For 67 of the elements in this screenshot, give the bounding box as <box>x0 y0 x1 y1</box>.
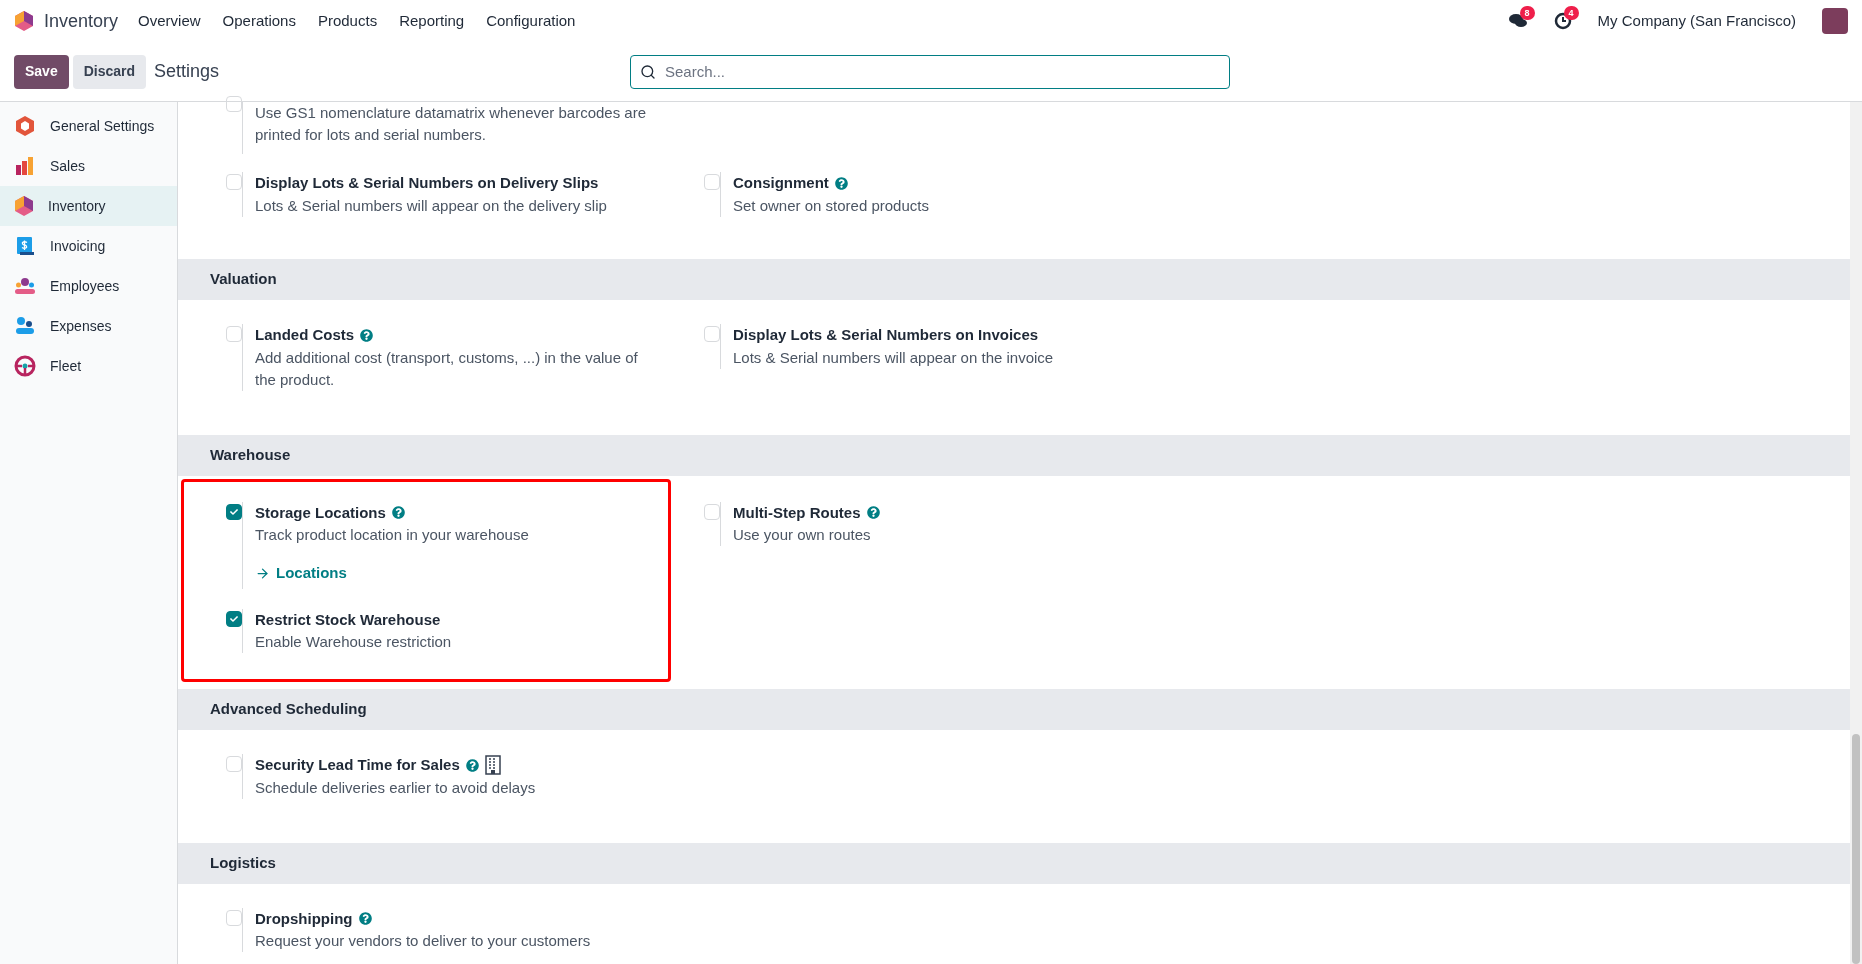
scrollbar[interactable] <box>1850 102 1862 964</box>
hexagon-icon <box>14 195 34 217</box>
hexagon-icon <box>14 115 36 137</box>
setting-description: Request your vendors to deliver to your customers <box>255 931 591 951</box>
menu-item[interactable]: Overview <box>138 9 201 33</box>
setting-description: Lots & Serial numbers will appear on the delivery slip <box>255 195 607 216</box>
help-icon[interactable] <box>358 912 372 926</box>
sidebar-item[interactable]: Inventory <box>0 186 177 226</box>
help-icon[interactable] <box>834 176 848 190</box>
setting-description: Track product location in your warehouse <box>255 525 529 545</box>
setting-description: Lots & Serial numbers will appear on the invoice <box>733 347 1054 368</box>
setting-description: Enable Warehouse restriction <box>255 632 452 652</box>
clock-icon[interactable] <box>1553 12 1572 30</box>
locations-link[interactable]: Locations <box>255 562 529 585</box>
section-header: Logistics <box>178 842 1850 884</box>
help-icon[interactable] <box>391 506 405 520</box>
setting-description: Schedule deliveries earlier to avoid delays <box>255 777 536 798</box>
check-icon <box>230 507 238 516</box>
setting-title: Multi-Step Routes <box>733 502 861 523</box>
arrow-right-icon <box>255 565 270 581</box>
setting-title: Dropshipping <box>255 908 353 929</box>
sidebar-item[interactable]: General Settings <box>0 106 177 146</box>
setting-title: Landed Costs <box>255 325 355 345</box>
save-button[interactable]: Save <box>14 54 69 89</box>
search-field[interactable]: Search... <box>630 54 1230 89</box>
company-name[interactable]: My Company (San Francisco) <box>1597 9 1796 33</box>
steering-wheel-icon <box>14 355 36 377</box>
section-header: Warehouse <box>178 434 1850 476</box>
notification-badge: 4 <box>1563 6 1579 20</box>
menu-item[interactable]: Operations <box>222 9 296 33</box>
page-title: Settings <box>154 60 220 83</box>
setting-title: Display Lots & Serial Numbers on Delivery Slips <box>255 173 599 193</box>
menu-item[interactable]: Reporting <box>399 9 465 33</box>
help-icon[interactable] <box>866 506 880 520</box>
section-header: Valuation <box>178 259 1850 300</box>
menu-item[interactable]: Products <box>317 9 378 33</box>
setting-title: Storage Locations <box>255 502 386 523</box>
person-coin-icon <box>14 315 36 337</box>
chat-icon[interactable] <box>1507 12 1528 30</box>
setting-title: Display Lots & Serial Numbers on Invoices <box>733 325 1039 345</box>
invoice-icon <box>14 235 36 257</box>
setting-title: Restrict Stock Warehouse <box>255 609 441 630</box>
bar-chart-icon <box>14 155 36 177</box>
setting-title: Consignment <box>733 173 829 193</box>
sidebar-item[interactable]: Fleet <box>0 346 177 386</box>
search-icon <box>640 63 656 80</box>
menu-item[interactable]: Configuration <box>486 9 576 33</box>
setting-description: Use GS1 nomenclature datamatrix whenever barcodes are printed for lots and serial numbers. <box>255 103 648 145</box>
checkbox[interactable] <box>226 610 242 627</box>
discard-button[interactable]: Discard <box>72 54 147 89</box>
checkbox[interactable] <box>226 503 242 520</box>
setting-description: Set owner on stored products <box>733 195 929 216</box>
people-icon <box>14 275 36 297</box>
check-icon <box>230 614 238 623</box>
help-icon[interactable] <box>360 328 374 342</box>
sidebar-item[interactable]: Employees <box>0 266 177 306</box>
sidebar-item[interactable]: Sales <box>0 146 177 186</box>
setting-description: Add additional cost (transport, customs, ...) in the value of the product. <box>255 347 639 390</box>
section-header: Advanced Scheduling <box>178 689 1850 730</box>
setting-title: Security Lead Time for Sales <box>255 755 460 775</box>
sidebar-item[interactable]: Invoicing <box>0 226 177 266</box>
help-icon[interactable] <box>465 758 479 772</box>
setting-description: Use your own routes <box>733 525 872 545</box>
app-logo-icon <box>14 10 34 32</box>
notification-badge: 8 <box>1519 6 1535 20</box>
sidebar-item[interactable]: Expenses <box>0 306 177 346</box>
app-name[interactable]: Inventory <box>44 7 119 35</box>
